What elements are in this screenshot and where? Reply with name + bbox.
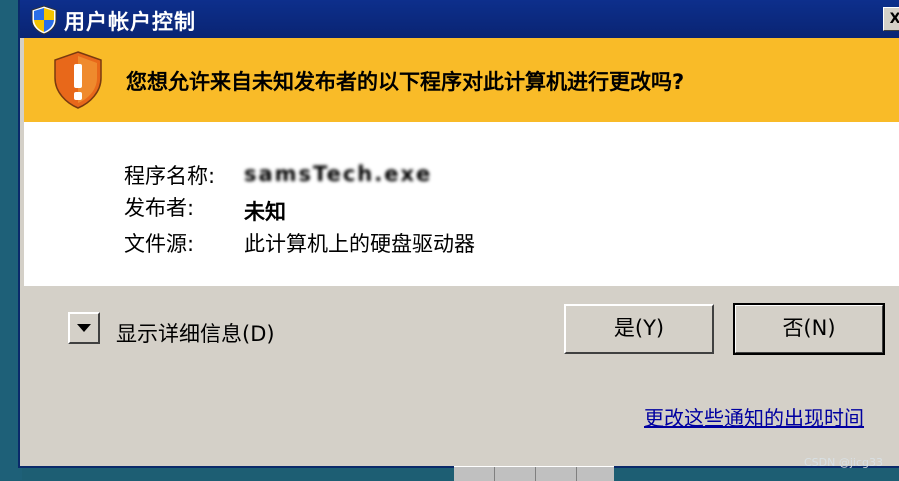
publisher-value: 未知	[244, 200, 286, 224]
notification-settings-link[interactable]: 更改这些通知的出现时间	[644, 402, 864, 431]
publisher-label: 发布者:	[124, 196, 195, 220]
file-origin-value: 此计算机上的硬盘驱动器	[244, 232, 475, 256]
yes-button[interactable]: 是(Y)	[564, 304, 714, 354]
program-name-label: 程序名称:	[124, 164, 216, 188]
show-details-label[interactable]: 显示详细信息(D)	[116, 318, 275, 348]
taskbar-button[interactable]	[454, 467, 495, 481]
no-button[interactable]: 否(N)	[733, 303, 885, 355]
details-panel: 程序名称: samsTech.exe 发布者: 未知 文件源: 此计算机上的硬盘…	[24, 122, 899, 286]
consent-question: 您想允许来自未知发布者的以下程序对此计算机进行更改吗?	[126, 70, 685, 94]
taskbar-button[interactable]	[495, 467, 536, 481]
taskbar-button[interactable]	[536, 467, 577, 481]
warning-shield-icon	[54, 51, 102, 109]
window-title: 用户帐户控制	[64, 10, 196, 34]
warning-banner: 您想允许来自未知发布者的以下程序对此计算机进行更改吗?	[24, 38, 899, 122]
program-name-value: samsTech.exe	[244, 162, 433, 186]
uac-dialog: 用户帐户控制 X 您想允许来自未知发布者的以下程序对此计算机进行更改吗? 程序名…	[18, 0, 899, 468]
uac-shield-icon	[31, 5, 57, 35]
title-bar: 用户帐户控制 X	[20, 0, 899, 38]
close-button[interactable]: X	[883, 7, 899, 31]
close-icon: X	[889, 11, 899, 27]
show-details-toggle[interactable]	[68, 312, 100, 344]
file-origin-label: 文件源:	[124, 232, 195, 256]
watermark: CSDN @jicg33	[804, 456, 883, 469]
chevron-down-icon	[77, 324, 91, 332]
taskbar-fragment	[454, 466, 614, 481]
